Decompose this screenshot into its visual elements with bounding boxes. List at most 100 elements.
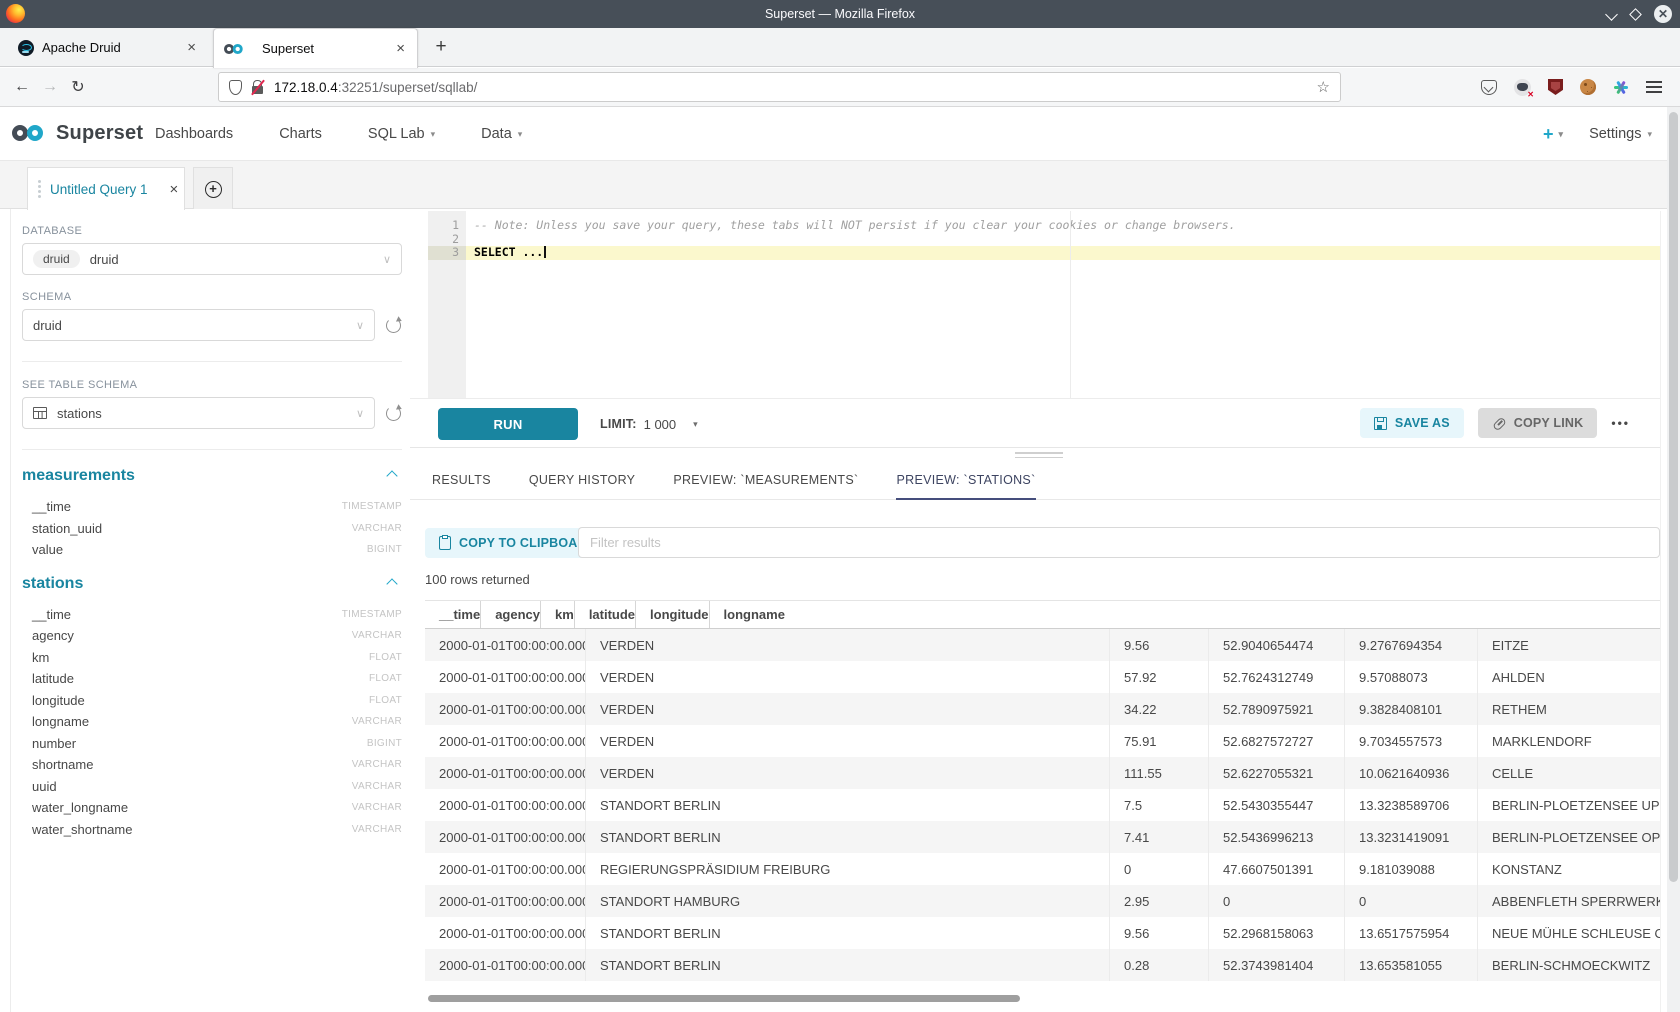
- page-scrollbar[interactable]: [1667, 107, 1680, 1012]
- filter-results-input[interactable]: [578, 527, 1660, 558]
- table-cell: BERLIN-SCHMOECKWITZ: [1478, 949, 1660, 981]
- table-cell: 2000-01-01T00:00:00.000Z: [425, 725, 586, 757]
- settings-menu[interactable]: Settings▾: [1589, 126, 1652, 142]
- browser-tab-apache-druid[interactable]: Apache Druid ×: [8, 28, 208, 67]
- url-text: 172.18.0.4:32251/superset/sqllab/: [274, 80, 477, 95]
- table-name-heading[interactable]: stations: [22, 575, 83, 593]
- nav-item-sql-lab[interactable]: SQL Lab▾: [368, 126, 435, 142]
- column-type: FLOAT: [369, 695, 402, 706]
- results-tabbar: RESULTS QUERY HISTORY PREVIEW: `MEASUREM…: [410, 460, 1660, 500]
- superset-logo-icon[interactable]: [12, 123, 50, 145]
- ublock-extension-icon[interactable]: [1548, 79, 1563, 95]
- table-row: 2000-01-01T00:00:00.000Z VERDEN 75.91 52…: [425, 725, 1660, 757]
- browser-tab-superset[interactable]: Superset ×: [213, 28, 418, 68]
- table-cell: 9.181039088: [1345, 853, 1478, 885]
- results-tab[interactable]: QUERY HISTORY: [529, 473, 635, 499]
- forward-button[interactable]: →: [36, 78, 64, 96]
- results-tab[interactable]: PREVIEW: `MEASUREMENTS`: [673, 473, 858, 499]
- table-cell: STANDORT BERLIN: [586, 789, 1110, 821]
- database-select[interactable]: druid druid ∨: [22, 243, 402, 275]
- window-minimize-button[interactable]: [1607, 9, 1617, 19]
- window-maximize-button[interactable]: [1629, 8, 1642, 21]
- browser-tab-title: Apache Druid: [42, 40, 177, 55]
- nav-item-dashboards[interactable]: Dashboards: [155, 126, 233, 142]
- run-button[interactable]: RUN: [438, 408, 578, 440]
- brand-name[interactable]: Superset: [56, 122, 143, 145]
- table-cell: 52.3743981404: [1209, 949, 1345, 981]
- insecure-lock-icon[interactable]: [251, 80, 265, 95]
- editor-code-area[interactable]: -- Note: Unless you save your query, the…: [466, 211, 1660, 398]
- tab-close-icon[interactable]: ×: [394, 40, 407, 57]
- query-tab-close-icon[interactable]: ×: [170, 181, 179, 198]
- bookmark-star-icon[interactable]: ☆: [1317, 78, 1330, 96]
- column-type: VARCHAR: [352, 716, 402, 727]
- sqllab-sidebar: DATABASE druid druid ∨ SCHEMA druid ∨ SE…: [10, 209, 410, 1012]
- limit-dropdown[interactable]: LIMIT: 1 000 ▾: [600, 408, 698, 440]
- drag-handle-icon[interactable]: [38, 180, 41, 198]
- url-bar[interactable]: 172.18.0.4:32251/superset/sqllab/ ☆: [218, 72, 1341, 102]
- column-header[interactable]: agency: [481, 601, 541, 628]
- table-select[interactable]: stations ∨: [22, 397, 375, 429]
- column-header[interactable]: km: [541, 601, 575, 628]
- table-cell: 34.22: [1110, 693, 1209, 725]
- column-name: station_uuid: [32, 521, 102, 536]
- table-schema-measurements: measurements __time TIMESTAMP station_uu…: [22, 467, 402, 561]
- table-cell: 2000-01-01T00:00:00.000Z: [425, 693, 586, 725]
- column-type: FLOAT: [369, 673, 402, 684]
- nav-item-data[interactable]: Data▾: [481, 126, 522, 142]
- horizontal-scrollbar[interactable]: [428, 995, 1020, 1002]
- schema-label: SCHEMA: [22, 291, 402, 303]
- column-name: water_longname: [32, 800, 128, 815]
- table-cell: 2000-01-01T00:00:00.000Z: [425, 917, 586, 949]
- window-titlebar: Superset — Mozilla Firefox ✕: [0, 0, 1680, 28]
- table-cell: 52.6827572727: [1209, 725, 1345, 757]
- back-button[interactable]: ←: [8, 78, 36, 96]
- clipboard-icon: [439, 536, 451, 550]
- table-name-heading[interactable]: measurements: [22, 467, 135, 485]
- table-cell: 47.6607501391: [1209, 853, 1345, 885]
- column-type: VARCHAR: [352, 759, 402, 770]
- column-header[interactable]: __time: [425, 601, 481, 628]
- nav-item-charts[interactable]: Charts: [279, 126, 322, 142]
- window-close-button[interactable]: ✕: [1654, 5, 1672, 23]
- privacy-extension-icon[interactable]: [1514, 79, 1531, 96]
- plus-circle-icon: +: [205, 181, 222, 198]
- add-new-button[interactable]: +▾: [1543, 124, 1563, 145]
- reload-button[interactable]: ↻: [64, 77, 92, 97]
- extension-asterisk-icon[interactable]: [1613, 79, 1629, 95]
- chevron-up-icon[interactable]: [386, 578, 397, 589]
- column-header[interactable]: latitude: [575, 601, 636, 628]
- add-query-tab-button[interactable]: +: [193, 167, 233, 210]
- schema-select[interactable]: druid ∨: [22, 309, 375, 341]
- copy-link-button[interactable]: COPY LINK: [1478, 408, 1598, 438]
- table-cell: CELLE: [1478, 757, 1660, 789]
- menu-icon[interactable]: [1646, 81, 1662, 93]
- tab-close-icon[interactable]: ×: [185, 39, 198, 56]
- column-name: shortname: [32, 757, 93, 772]
- column-header[interactable]: longitude: [636, 601, 710, 628]
- save-as-button[interactable]: SAVE AS: [1360, 408, 1464, 438]
- cookie-extension-icon[interactable]: [1580, 79, 1596, 95]
- new-tab-button[interactable]: +: [428, 34, 454, 60]
- tracking-protection-shield-icon[interactable]: [229, 80, 242, 95]
- sql-editor[interactable]: 1 2 3 -- Note: Unless you save your quer…: [410, 211, 1660, 398]
- results-tab[interactable]: RESULTS: [432, 473, 491, 499]
- results-tab[interactable]: PREVIEW: `STATIONS`: [896, 473, 1035, 499]
- table-cell: 2000-01-01T00:00:00.000Z: [425, 629, 586, 661]
- query-tab-untitled-query-1[interactable]: Untitled Query 1 ×: [27, 167, 185, 210]
- code-comment-line: -- Note: Unless you save your query, the…: [466, 219, 1660, 233]
- column-header[interactable]: longname: [710, 601, 785, 628]
- column-type: FLOAT: [369, 652, 402, 663]
- chevron-down-icon: ▾: [431, 129, 436, 140]
- database-value: druid: [90, 252, 119, 267]
- more-options-button[interactable]: •••: [1611, 416, 1630, 430]
- refresh-table-button[interactable]: [385, 405, 402, 422]
- table-cell: MARKLENDORF: [1478, 725, 1660, 757]
- chevron-up-icon[interactable]: [386, 470, 397, 481]
- table-cell: BERLIN-PLOETZENSEE UP: [1478, 789, 1660, 821]
- chevron-down-icon: ∨: [383, 253, 391, 266]
- schema-column-row: __time TIMESTAMP: [22, 604, 402, 626]
- refresh-schema-button[interactable]: [385, 317, 402, 334]
- scrollbar-thumb[interactable]: [1669, 112, 1678, 882]
- pocket-icon[interactable]: [1481, 80, 1497, 95]
